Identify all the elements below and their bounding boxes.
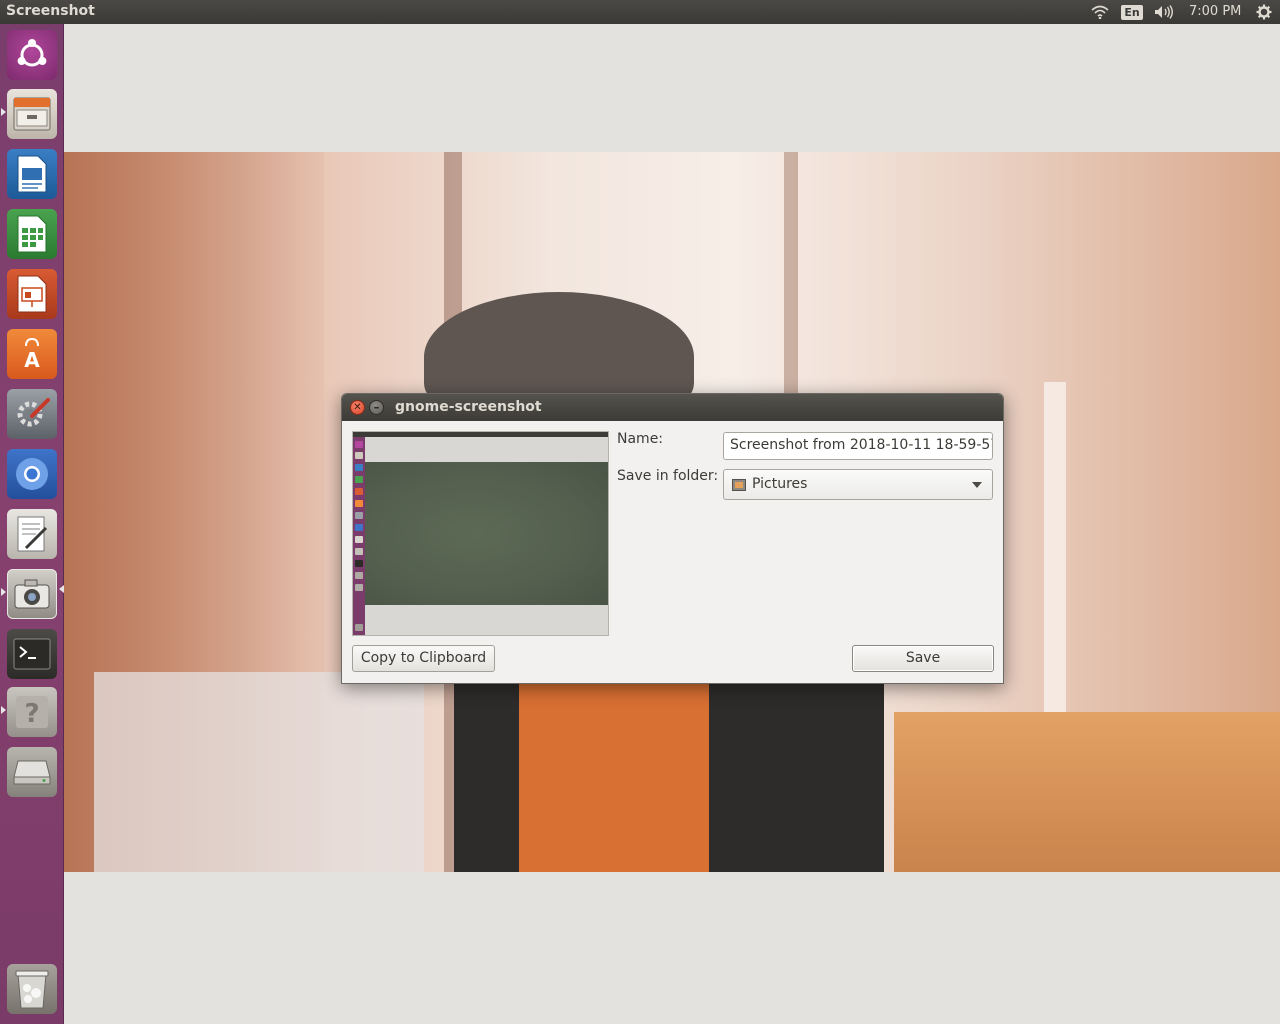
- impress-presentation-icon: [17, 275, 47, 313]
- top-panel: Screenshot En 7:00 PM: [0, 0, 1280, 24]
- svg-text:?: ?: [24, 699, 39, 729]
- gear-icon[interactable]: [1254, 0, 1274, 24]
- folder-selected-value: Pictures: [752, 476, 808, 492]
- preview-webcam-image: [365, 462, 608, 605]
- save-screenshot-dialog: ✕ – gnome-screenshot Name: Screenshot fr…: [341, 393, 1004, 684]
- dialog-titlebar[interactable]: ✕ – gnome-screenshot: [342, 394, 1003, 421]
- folder-label: Save in folder:: [617, 468, 719, 484]
- name-label: Name:: [617, 431, 664, 447]
- minimize-icon[interactable]: –: [369, 400, 384, 415]
- preview-launcher: [353, 437, 365, 635]
- chevron-down-icon: [972, 482, 982, 488]
- trash-icon: [15, 970, 49, 1009]
- launcher-text-editor[interactable]: [7, 509, 57, 559]
- folder-icon: [732, 479, 746, 491]
- svg-text:A: A: [24, 348, 40, 372]
- launcher-dash-home[interactable]: [7, 30, 57, 80]
- camera-icon: [14, 579, 50, 609]
- language-label: En: [1121, 4, 1143, 20]
- dialog-title: gnome-screenshot: [395, 399, 542, 415]
- launcher-files[interactable]: [7, 89, 57, 139]
- launcher-screenshot[interactable]: [7, 569, 57, 619]
- preview-top-panel: [353, 432, 608, 437]
- disk-drive-icon: [13, 760, 51, 785]
- copy-to-clipboard-button[interactable]: Copy to Clipboard: [352, 645, 495, 672]
- filename-input[interactable]: Screenshot from 2018-10-11 18-59-57.png: [723, 432, 993, 460]
- launcher-terminal[interactable]: [7, 629, 57, 679]
- close-icon[interactable]: ✕: [350, 400, 365, 415]
- calc-spreadsheet-icon: [17, 215, 47, 253]
- launcher-libreoffice-writer[interactable]: [7, 149, 57, 199]
- panel-app-title: Screenshot: [6, 3, 95, 19]
- launcher-system-settings[interactable]: [7, 389, 57, 439]
- text-editor-icon: [17, 516, 48, 552]
- folder-dropdown[interactable]: Pictures: [723, 469, 993, 500]
- screenshot-preview: [352, 431, 609, 636]
- wifi-icon[interactable]: [1088, 0, 1112, 24]
- settings-wrench-icon: [17, 398, 50, 427]
- help-question-icon: ?: [16, 696, 48, 729]
- launcher-trash[interactable]: [7, 964, 57, 1014]
- launcher: A ?: [0, 24, 64, 1024]
- file-cabinet-icon: [13, 97, 51, 131]
- launcher-drive[interactable]: [7, 747, 57, 797]
- launcher-help[interactable]: ?: [7, 687, 57, 737]
- keyboard-language-indicator[interactable]: En: [1121, 0, 1143, 24]
- software-center-bag-icon: A: [24, 337, 40, 372]
- launcher-chromium[interactable]: [7, 449, 57, 499]
- clock[interactable]: 7:00 PM: [1189, 4, 1241, 19]
- save-button[interactable]: Save: [852, 645, 994, 672]
- ubuntu-logo-icon: [17, 39, 47, 67]
- chromium-icon: [16, 458, 48, 490]
- launcher-libreoffice-impress[interactable]: [7, 269, 57, 319]
- terminal-icon: [13, 638, 51, 670]
- volume-icon[interactable]: [1152, 0, 1176, 24]
- launcher-ubuntu-software[interactable]: A: [7, 329, 57, 379]
- writer-document-icon: [17, 155, 47, 193]
- launcher-libreoffice-calc[interactable]: [7, 209, 57, 259]
